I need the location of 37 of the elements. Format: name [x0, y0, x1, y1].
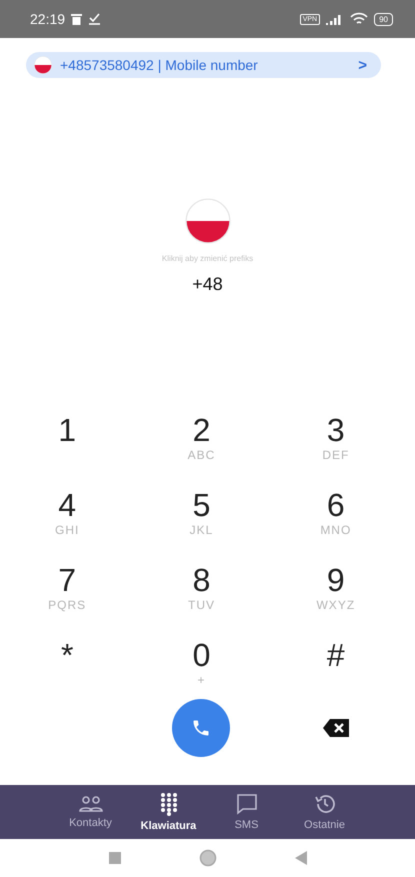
- dial-key[interactable]: *: [0, 638, 134, 713]
- backspace-button[interactable]: [322, 719, 349, 737]
- chat-bubble-icon: [236, 793, 258, 815]
- battery-indicator: 90: [374, 12, 393, 26]
- dial-key[interactable]: 1: [0, 413, 134, 488]
- dial-key[interactable]: 6 MNO: [268, 488, 403, 563]
- dial-key[interactable]: 8 TUV: [134, 563, 269, 638]
- download-check-icon: [88, 13, 102, 25]
- prefix-hint: Kliknij aby zmienić prefiks: [162, 254, 254, 263]
- nav-tab[interactable]: Klawiatura: [130, 785, 208, 839]
- phone-number-text: +48573580492 | Mobile number: [60, 57, 259, 73]
- history-icon: [314, 793, 336, 815]
- trash-icon: [71, 13, 82, 25]
- dial-key[interactable]: #: [268, 638, 403, 713]
- dial-key[interactable]: 4 GHI: [0, 488, 134, 563]
- dialpad-icon: [160, 792, 178, 816]
- nav-tab[interactable]: Kontakty: [52, 785, 130, 839]
- dial-key[interactable]: 3 DEF: [268, 413, 403, 488]
- wifi-icon: [350, 12, 368, 26]
- home-icon[interactable]: [198, 849, 216, 867]
- number-banner[interactable]: +48573580492 | Mobile number >: [26, 52, 381, 78]
- nav-tab[interactable]: Ostatnie: [286, 785, 364, 839]
- recents-icon[interactable]: [108, 852, 120, 864]
- dial-key[interactable]: 9 WXYZ: [268, 563, 403, 638]
- nav-tab[interactable]: SMS: [208, 785, 286, 839]
- country-code: +48: [192, 274, 223, 295]
- flag-icon: [34, 56, 52, 74]
- country-flag-button[interactable]: [184, 198, 230, 244]
- dial-key[interactable]: 5 JKL: [134, 488, 269, 563]
- dial-key[interactable]: 2 ABC: [134, 413, 269, 488]
- dial-key[interactable]: 0 +: [134, 638, 269, 713]
- back-icon[interactable]: [294, 851, 306, 865]
- dial-key[interactable]: 7 PQRS: [0, 563, 134, 638]
- phone-icon: [191, 718, 212, 738]
- people-icon: [78, 795, 102, 813]
- chevron-icon: >: [358, 56, 367, 74]
- clock-time: 22:19: [30, 11, 66, 27]
